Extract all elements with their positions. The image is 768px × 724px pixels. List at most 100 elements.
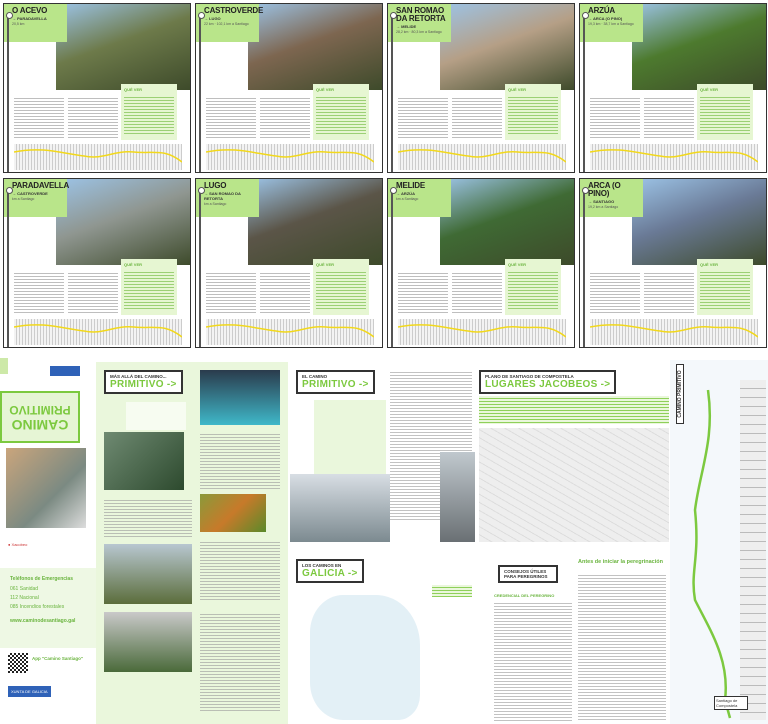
stage-title-box: MELIDE → ARZÚA km a Santiago: [388, 179, 451, 217]
stage-destination: → LUGO: [204, 16, 221, 21]
route-strip: CAMINO PRIMITIVO Santiago de Compostela: [670, 360, 768, 724]
route-pin-icon: [197, 187, 205, 347]
que-ver-label: QUÉ VER: [508, 87, 527, 92]
stage-title-box: ARZÚA → ARCA (O PINO) 19,3 km · 38,7 km a …: [580, 4, 643, 42]
route-pin-icon: [5, 187, 13, 347]
stage-photo: [248, 4, 382, 90]
section-title: PRIMITIVO ->: [110, 379, 177, 390]
elevation-profile: [398, 319, 566, 345]
route-pin-icon: [389, 12, 397, 172]
stage-panel: ARCA (O PINO) → SANTIAGO 19,2 km a Santiag…: [579, 178, 767, 348]
elevation-profile: [590, 319, 758, 345]
stage-panel: SAN ROMAO DA RETORTA → MELIDE 28,2 km · 80…: [387, 3, 575, 173]
que-ver-label: QUÉ VER: [124, 262, 143, 267]
stage-title: O ACEVO: [12, 6, 48, 15]
emergency-line: 061 Sanidad: [10, 586, 39, 592]
stage-distance: km a Santiago: [396, 197, 419, 201]
section-title: CONSEJOS ÚTILES PARA PEREGRINOS: [504, 569, 548, 579]
caminos-galicia-panel: LOS CAMINOS EN GALICIA ->: [290, 545, 475, 724]
stage-title: SAN ROMAO DA RETORTA: [396, 6, 446, 23]
route-pin-icon: [197, 12, 205, 172]
que-ver-box: QUÉ VER: [313, 259, 369, 315]
qr-code[interactable]: [8, 653, 28, 673]
xunta-logo: XUNTA DE GALICIA: [8, 686, 51, 697]
mas-alla-panel: MÁS ALLÁ DEL CAMINO... PRIMITIVO ->: [96, 362, 288, 724]
que-ver-label: QUÉ VER: [700, 262, 719, 267]
elevation-profile: [206, 319, 374, 345]
stage-title: MELIDE: [396, 181, 426, 190]
stage-photo: [440, 4, 574, 90]
pilgrims-photo: [290, 474, 390, 542]
santiago-map[interactable]: [479, 428, 669, 542]
stage-title-box: O ACEVO → PARADAVELLA 20,5 km: [4, 4, 67, 42]
stage-photo: [56, 4, 190, 90]
que-ver-box: QUÉ VER: [313, 84, 369, 140]
stage-destination: → CASTROVERDE: [12, 191, 48, 196]
que-ver-label: QUÉ VER: [508, 262, 527, 267]
cover-panel: CAMINO PRIMITIVO ● Xacobeo Teléfonos de …: [0, 358, 96, 724]
stage-distance: 28,2 km · 80,3 km a Santiago: [396, 30, 442, 34]
stage-photo: [56, 179, 190, 265]
stage-destination: → ARCA (O PINO): [588, 16, 623, 21]
website-link[interactable]: www.caminodesantiago.gal: [10, 618, 86, 624]
consejos-panel: CONSEJOS ÚTILES PARA PEREGRINOS CREDENCI…: [478, 545, 670, 724]
stage-destination: → ARZÚA: [396, 191, 415, 196]
que-ver-label: QUÉ VER: [124, 87, 143, 92]
stage-title: ARCA (O PINO): [588, 181, 621, 198]
que-ver-box: QUÉ VER: [505, 84, 561, 140]
stage-distance: 19,3 km · 38,7 km a Santiago: [588, 22, 634, 26]
stage-photo: [632, 4, 766, 90]
stage-distance: km a Santiago: [12, 197, 35, 201]
stage-panel: CASTROVERDE → LUGO 22 km · 102,1 km a Sant…: [195, 3, 383, 173]
canyon-photo: [104, 432, 184, 490]
que-ver-box: QUÉ VER: [121, 259, 177, 315]
que-ver-box: QUÉ VER: [697, 259, 753, 315]
stage-title: LUGO: [204, 181, 227, 190]
elevation-profile: [206, 144, 374, 170]
app-label: App "Camino Santiago": [32, 656, 84, 661]
que-ver-label: QUÉ VER: [700, 87, 719, 92]
route-pin-icon: [581, 12, 589, 172]
elevation-profile: [14, 319, 182, 345]
emergency-title: Teléfonos de Emergencias: [10, 576, 73, 582]
elevation-profile: [398, 144, 566, 170]
route-pin-icon: [581, 187, 589, 347]
cover-illustration: [6, 448, 86, 528]
stage-photo: [440, 179, 574, 265]
stage-photo: [248, 179, 382, 265]
stage-distance: 19,2 km a Santiago: [588, 205, 619, 209]
stage-title-box: ARCA (O PINO) → SANTIAGO 19,2 km a Santiag…: [580, 179, 643, 217]
stage-panel: PARADAVELLA → CASTROVERDE km a Santiago QU…: [3, 178, 191, 348]
section-title: GALICIA ->: [302, 568, 358, 579]
stage-destination: → SANTIAGO: [588, 199, 615, 204]
stage-panel: O ACEVO → PARADAVELLA 20,5 km QUÉ VER: [3, 3, 191, 173]
section-title: PRIMITIVO ->: [302, 379, 369, 390]
antes-heading: Antes de iniciar la peregrinación: [578, 559, 663, 565]
stage-photo: [632, 179, 766, 265]
stage-title-box: PARADAVELLA → CASTROVERDE km a Santiago: [4, 179, 70, 217]
stage-title: PARADAVELLA: [12, 181, 70, 190]
stage-panel: MELIDE → ARZÚA km a Santiago QUÉ VER: [387, 178, 575, 348]
elevation-profile: [14, 144, 182, 170]
cover-title-1: CAMINO: [11, 417, 69, 433]
credencial-heading: CREDENCIAL DEL PEREGRINO: [494, 593, 555, 598]
stage-distance: 20,5 km: [12, 22, 25, 26]
stage-title-box: SAN ROMAO DA RETORTA → MELIDE 28,2 km · 80…: [388, 4, 451, 42]
pool-photo: [200, 370, 280, 425]
elevation-profile: [590, 144, 758, 170]
stage-distance: km a Santiago: [204, 202, 227, 206]
valley-photo: [104, 544, 192, 604]
que-ver-box: QUÉ VER: [697, 84, 753, 140]
stage-title-box: LUGO → SAN ROMAO DA RETORTA km a Santiago: [196, 179, 259, 217]
que-ver-box: QUÉ VER: [121, 84, 177, 140]
stage-destination: → PARADAVELLA: [12, 16, 47, 21]
stage-title: CASTROVERDE: [204, 6, 264, 15]
emergency-line: 112 Nacional: [10, 595, 39, 601]
route-pin-icon: [5, 12, 13, 172]
galicia-map[interactable]: [310, 595, 420, 720]
city-photo: [104, 612, 192, 672]
stage-title-box: CASTROVERDE → LUGO 22 km · 102,1 km a Sant…: [196, 4, 264, 42]
lugares-jacobeos-panel: PLANO DE SANTIAGO DE COMPOSTELA LUGARES J…: [475, 362, 670, 542]
forest-photo: [200, 494, 266, 532]
strip-end-label: Santiago de Compostela: [714, 696, 748, 710]
